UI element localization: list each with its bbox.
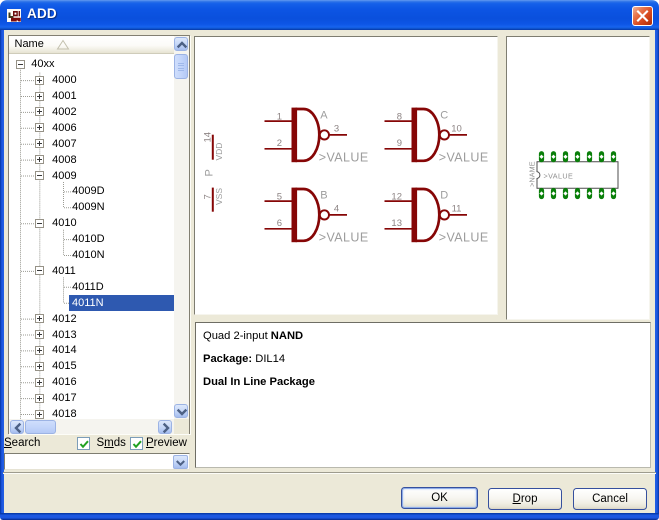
svg-text:P: P [203, 169, 215, 176]
svg-text:D: D [440, 189, 448, 201]
svg-text:>VALUE: >VALUE [318, 230, 368, 244]
svg-text:2: 2 [276, 138, 281, 149]
svg-text:7: 7 [202, 194, 213, 199]
svg-text:12: 12 [391, 191, 402, 202]
svg-text:10: 10 [451, 123, 462, 134]
svg-text:11: 11 [451, 203, 461, 214]
svg-text:>VALUE: >VALUE [438, 230, 488, 244]
svg-text:C: C [440, 109, 448, 121]
svg-text:1: 1 [276, 111, 281, 122]
svg-text:14: 14 [202, 131, 213, 142]
svg-text:6: 6 [276, 218, 281, 229]
svg-text:>VALUE: >VALUE [318, 150, 368, 164]
svg-text:>VALUE: >VALUE [438, 150, 488, 164]
svg-text:B: B [320, 189, 327, 201]
svg-text:3: 3 [333, 123, 338, 134]
svg-text:A: A [320, 109, 328, 121]
svg-text:4: 4 [333, 203, 338, 214]
svg-text:8: 8 [396, 111, 401, 122]
svg-text:5: 5 [276, 191, 281, 202]
svg-text:9: 9 [396, 138, 401, 149]
svg-text:VSS: VSS [213, 187, 223, 204]
svg-text:VDD: VDD [213, 142, 223, 160]
svg-text:>VALUE: >VALUE [543, 171, 573, 180]
svg-text:13: 13 [391, 218, 402, 229]
svg-text:>NAME: >NAME [527, 161, 536, 187]
